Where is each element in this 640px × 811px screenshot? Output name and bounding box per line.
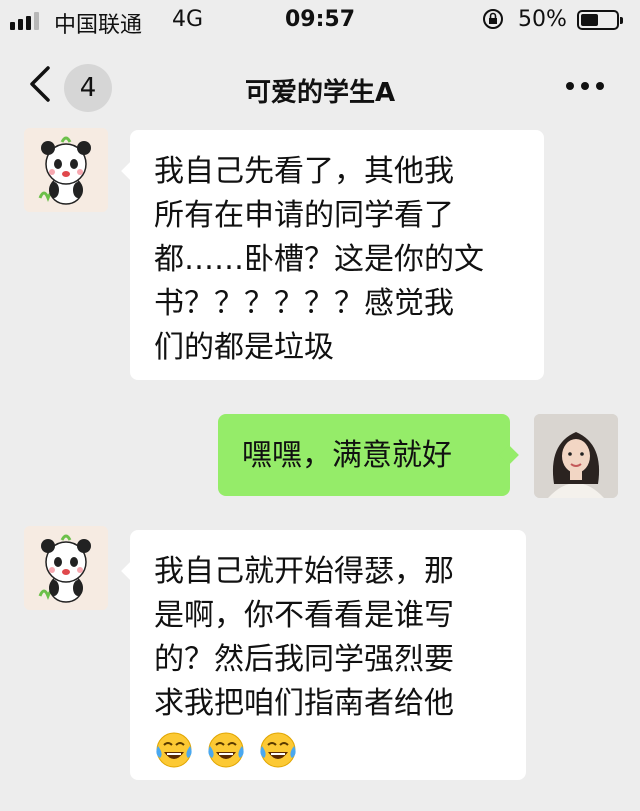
chat-title: 可爱的学生A — [244, 78, 396, 108]
message-line: 都……卧槽？这是你的文 — [154, 242, 484, 277]
battery-percent: 50% — [518, 7, 567, 32]
rotation-lock-icon — [483, 9, 503, 29]
message-bubble-incoming[interactable]: 我自己先看了，其他我 所有在申请的同学看了 都……卧槽？这是你的文 书？？？？？… — [121, 130, 544, 380]
panda-avatar[interactable] — [24, 526, 108, 610]
message-line: 求我把咱们指南者给他 — [154, 686, 454, 721]
message-bubble-incoming[interactable]: 我自己就开始得瑟，那 是啊，你不看看是谁写 的？然后我同学强烈要 求我把咱们指南… — [121, 530, 526, 780]
message-line: 嘿嘿，满意就好 — [242, 438, 452, 473]
more-dots-icon[interactable] — [566, 82, 604, 90]
message-line: 书？？？？？？感觉我 — [154, 286, 454, 321]
message-line: 我自己先看了，其他我 — [154, 154, 454, 189]
message-line: 们的都是垃圾 — [154, 330, 334, 365]
message-line: 我自己就开始得瑟，那 — [154, 554, 454, 589]
tears-of-joy-emoji-icon — [208, 732, 244, 768]
chat-header: 4 可爱的学生A — [0, 44, 640, 128]
emoji-row — [154, 730, 502, 770]
message-line: 所有在申请的同学看了 — [154, 198, 454, 233]
tears-of-joy-emoji-icon — [260, 732, 296, 768]
message-bubble-outgoing[interactable]: 嘿嘿，满意就好 — [218, 414, 519, 496]
message-line: 的？然后我同学强烈要 — [154, 642, 454, 677]
panda-avatar[interactable] — [24, 128, 108, 212]
battery-icon — [577, 10, 623, 30]
woman-avatar[interactable] — [534, 414, 618, 498]
tears-of-joy-emoji-icon — [156, 732, 192, 768]
message-line: 是啊，你不看看是谁写 — [154, 598, 454, 633]
status-bar: 中国联通 4G 09:57 50% — [0, 0, 640, 44]
